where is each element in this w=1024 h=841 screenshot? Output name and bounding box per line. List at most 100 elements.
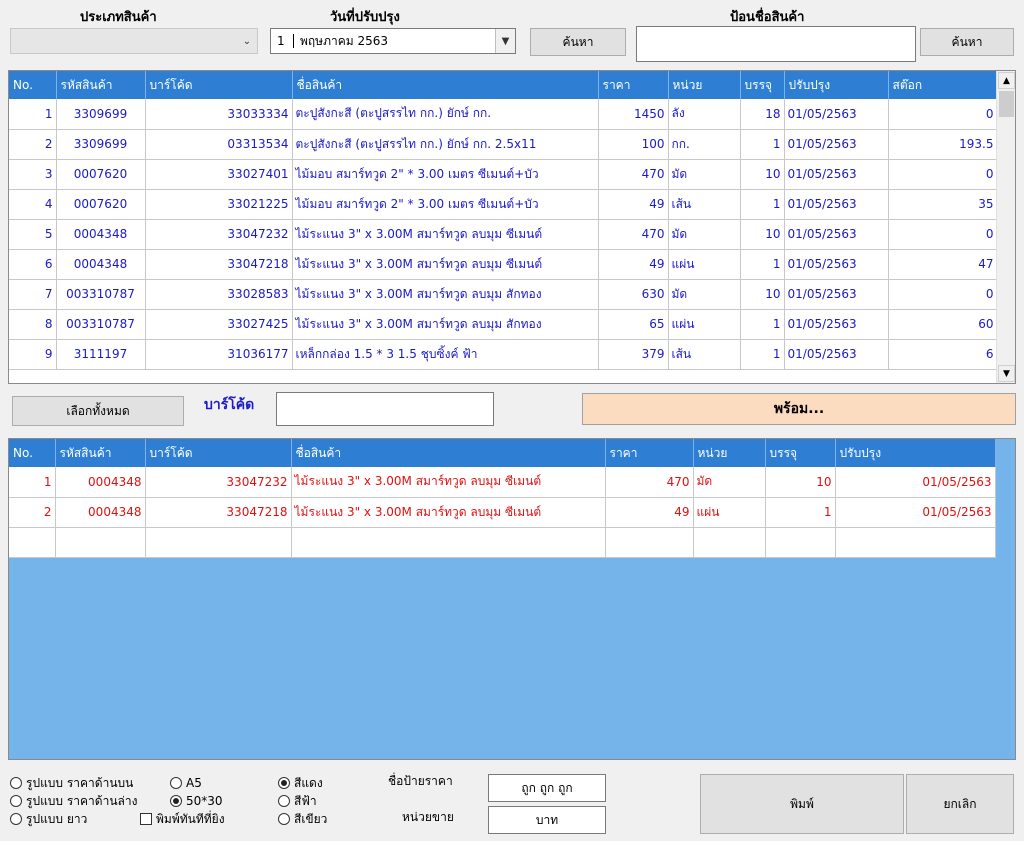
layout-top-option[interactable]: รูปแบบ ราคาด้านบน: [10, 774, 137, 792]
cell-unit[interactable]: มัด: [668, 279, 741, 310]
radio-icon[interactable]: [10, 777, 22, 789]
cell-name[interactable]: ไม้มอบ สมาร์ทวูด 2" * 3.00 เมตร ซีเมนต์+…: [292, 189, 599, 220]
cell-updated[interactable]: 01/05/2563: [784, 159, 889, 190]
col-updated[interactable]: ปรับปรุง: [835, 439, 996, 467]
table-row[interactable]: 9 3111197 31036177 เหล็กกล่อง 1.5 * 3 1.5 ช…: [9, 339, 998, 370]
cell-unit[interactable]: ลัง: [668, 99, 741, 130]
cell-price[interactable]: 49: [598, 249, 669, 280]
cell-pack[interactable]: 18: [740, 99, 785, 130]
cell-name[interactable]: ไม้ระแนง 3" x 3.00M สมาร์ทวูด ลบมุม สักท…: [292, 279, 599, 310]
cell-updated[interactable]: 01/05/2563: [835, 497, 996, 528]
cell-stock[interactable]: 47: [888, 249, 998, 280]
col-barcode[interactable]: บาร์โค้ด: [145, 439, 292, 467]
layout-long-option[interactable]: รูปแบบ ยาว: [10, 810, 137, 828]
cell-price[interactable]: 470: [598, 219, 669, 250]
radio-icon[interactable]: [10, 813, 22, 825]
cell-barcode[interactable]: 33027425: [145, 309, 293, 340]
cell-barcode[interactable]: 33028583: [145, 279, 293, 310]
radio-selected-icon[interactable]: [170, 795, 182, 807]
scroll-up-icon[interactable]: ▲: [998, 72, 1015, 89]
print-button[interactable]: พิมพ์: [700, 774, 904, 834]
col-name[interactable]: ชื่อสินค้า: [292, 71, 599, 99]
cell-name[interactable]: ไม้ระแนง 3" x 3.00M สมาร์ทวูด ลบมุม ซีเม…: [292, 219, 599, 250]
cell-name[interactable]: เหล็กกล่อง 1.5 * 3 1.5 ชุบซิ้งค์ ฟ้า: [292, 339, 599, 370]
cell-updated[interactable]: 01/05/2563: [784, 339, 889, 370]
cell-updated[interactable]: 01/05/2563: [784, 309, 889, 340]
cell-price[interactable]: 1450: [598, 99, 669, 130]
color-green-option[interactable]: สีเขียว: [278, 810, 327, 828]
table-row[interactable]: 8 003310787 33027425 ไม้ระแนง 3" x 3.00M สม…: [9, 309, 998, 340]
cell-no[interactable]: 3: [9, 159, 57, 190]
scroll-down-icon[interactable]: ▼: [998, 365, 1015, 382]
cell-unit[interactable]: มัด: [693, 467, 766, 498]
cell-unit[interactable]: แผ่น: [668, 249, 741, 280]
cell-pack[interactable]: 10: [740, 159, 785, 190]
search-button[interactable]: ค้นหา: [530, 28, 626, 56]
cell-no[interactable]: 4: [9, 189, 57, 220]
cell-updated[interactable]: 01/05/2563: [784, 219, 889, 250]
empty-cell[interactable]: [9, 527, 56, 558]
empty-cell[interactable]: [765, 527, 836, 558]
name-input[interactable]: [636, 26, 916, 62]
cell-pack[interactable]: 1: [740, 189, 785, 220]
name-search-button[interactable]: ค้นหา: [920, 28, 1014, 56]
radio-icon[interactable]: [278, 813, 290, 825]
cell-stock[interactable]: 6: [888, 339, 998, 370]
table-row[interactable]: 6 0004348 33047218 ไม้ระแนง 3" x 3.00M สมาร…: [9, 249, 998, 280]
empty-cell[interactable]: [145, 527, 292, 558]
layout-bottom-option[interactable]: รูปแบบ ราคาด้านล่าง: [10, 792, 137, 810]
col-barcode[interactable]: บาร์โค้ด: [145, 71, 293, 99]
cell-no[interactable]: 9: [9, 339, 57, 370]
cell-no[interactable]: 1: [9, 467, 56, 498]
cell-stock[interactable]: 0: [888, 279, 998, 310]
cell-pack[interactable]: 1: [740, 249, 785, 280]
cell-price[interactable]: 100: [598, 129, 669, 160]
col-name[interactable]: ชื่อสินค้า: [291, 439, 606, 467]
cell-code[interactable]: 0007620: [56, 189, 146, 220]
table-row[interactable]: 1 0004348 33047232 ไม้ระแนง 3" x 3.00M สมาร…: [9, 467, 996, 498]
barcode-input[interactable]: [276, 392, 494, 426]
cell-stock[interactable]: 193.5: [888, 129, 998, 160]
col-pack[interactable]: บรรจุ: [740, 71, 785, 99]
dropdown-arrow-icon[interactable]: ▼: [495, 29, 515, 53]
cell-updated[interactable]: 01/05/2563: [784, 99, 889, 130]
cell-barcode[interactable]: 33021225: [145, 189, 293, 220]
cell-pack[interactable]: 10: [765, 467, 836, 498]
cell-barcode[interactable]: 33047232: [145, 467, 292, 498]
cell-barcode[interactable]: 33047218: [145, 497, 292, 528]
radio-icon[interactable]: [10, 795, 22, 807]
cell-price[interactable]: 470: [605, 467, 694, 498]
cell-unit[interactable]: เส้น: [668, 189, 741, 220]
empty-cell[interactable]: [55, 527, 146, 558]
date-combo[interactable]: 1 พฤษภาคม 2563 ▼: [270, 28, 516, 54]
cell-updated[interactable]: 01/05/2563: [784, 189, 889, 220]
cell-pack[interactable]: 1: [740, 309, 785, 340]
cell-barcode[interactable]: 33047218: [145, 249, 293, 280]
cell-unit[interactable]: แผ่น: [693, 497, 766, 528]
col-stock[interactable]: สต๊อก: [888, 71, 998, 99]
cell-price[interactable]: 65: [598, 309, 669, 340]
cell-stock[interactable]: 60: [888, 309, 998, 340]
table-row[interactable]: 4 0007620 33021225 ไม้มอบ สมาร์ทวูด 2" * 3.…: [9, 189, 998, 220]
cell-code[interactable]: 0004348: [56, 249, 146, 280]
cell-updated[interactable]: 01/05/2563: [784, 129, 889, 160]
table-row[interactable]: 5 0004348 33047232 ไม้ระแนง 3" x 3.00M สมาร…: [9, 219, 998, 250]
cell-price[interactable]: 49: [605, 497, 694, 528]
unit-input[interactable]: บาท: [488, 806, 606, 834]
category-combo[interactable]: ⌄: [10, 28, 258, 54]
table-row[interactable]: 2 0004348 33047218 ไม้ระแนง 3" x 3.00M สมาร…: [9, 497, 996, 528]
cell-no[interactable]: 8: [9, 309, 57, 340]
cell-no[interactable]: 6: [9, 249, 57, 280]
cell-code[interactable]: 0004348: [55, 467, 146, 498]
cell-stock[interactable]: 0: [888, 159, 998, 190]
col-pack[interactable]: บรรจุ: [765, 439, 836, 467]
select-all-button[interactable]: เลือกทั้งหมด: [12, 396, 184, 426]
cell-barcode[interactable]: 03313534: [145, 129, 293, 160]
cell-updated[interactable]: 01/05/2563: [784, 279, 889, 310]
table-row[interactable]: 3 0007620 33027401 ไม้มอบ สมาร์ทวูด 2" * 3.…: [9, 159, 998, 190]
cell-no[interactable]: 1: [9, 99, 57, 130]
cell-code[interactable]: 3309699: [56, 129, 146, 160]
cell-unit[interactable]: กก.: [668, 129, 741, 160]
cell-unit[interactable]: มัด: [668, 219, 741, 250]
col-no[interactable]: No.: [9, 439, 56, 467]
